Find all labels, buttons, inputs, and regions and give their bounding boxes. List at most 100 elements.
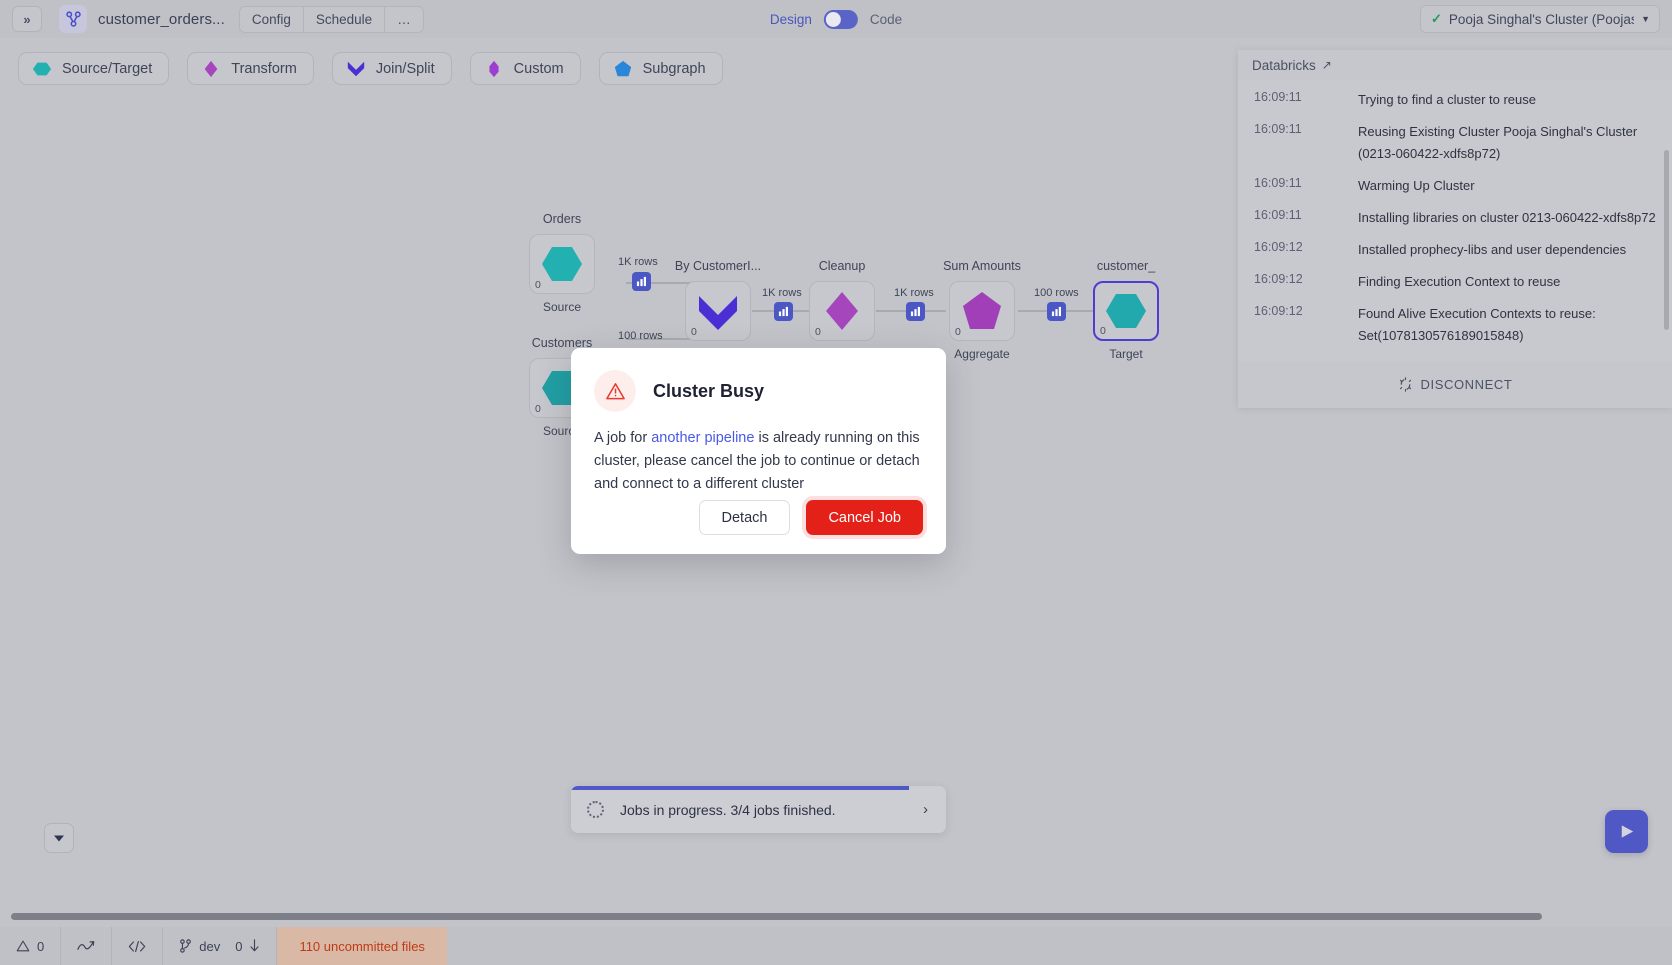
metrics-button[interactable] [61, 927, 113, 965]
log-panel-header[interactable]: Databricks ↗ [1238, 50, 1672, 80]
graph-node-sum-amounts[interactable]: Sum Amounts 0 Aggregate [943, 259, 1021, 361]
git-branch-indicator[interactable]: dev 0 [163, 927, 278, 965]
hexagon-icon [1106, 294, 1146, 328]
log-row: 16:09:12 Finding Execution Context to re… [1238, 266, 1672, 298]
graph-node-customer-target[interactable]: customer_ 0 Target [1093, 259, 1159, 361]
log-row: 16:09:11 Installing libraries on cluster… [1238, 202, 1672, 234]
code-mode-label[interactable]: Code [870, 12, 902, 27]
warning-icon [16, 939, 30, 953]
external-link-icon[interactable]: ↗ [1322, 58, 1332, 72]
app-root: » customer_orders... Config Schedule … D… [0, 0, 1672, 965]
chevron-right-icon[interactable]: › [923, 801, 928, 818]
top-bar: » customer_orders... Config Schedule … D… [0, 0, 1672, 38]
log-time: 16:09:11 [1254, 208, 1302, 222]
detach-button[interactable]: Detach [698, 500, 791, 535]
code-view-button[interactable] [112, 927, 164, 965]
node-title: customer_ [1096, 259, 1156, 273]
run-pipeline-button[interactable] [1605, 810, 1648, 853]
node-body[interactable]: 0 [1093, 281, 1159, 341]
more-options-button[interactable]: … [385, 7, 423, 32]
node-body[interactable]: 0 [529, 234, 595, 294]
node-record-count: 0 [535, 403, 541, 415]
jobs-progress-toast[interactable]: Jobs in progress. 3/4 jobs finished. › [571, 786, 946, 833]
cluster-selector[interactable]: ✓ Pooja Singhal's Cluster (Poojas... ▼ [1420, 5, 1660, 33]
design-code-switch: Design Code [770, 9, 902, 29]
node-subtitle: Source [542, 300, 582, 314]
git-branch-icon [179, 939, 192, 953]
log-row: 16:09:11 Warming Up Cluster [1238, 170, 1672, 202]
node-record-count: 0 [691, 326, 697, 338]
node-body[interactable]: 0 [949, 281, 1015, 341]
graph-node-cleanup[interactable]: Cleanup 0 [809, 259, 875, 341]
status-bar: 0 dev 0 110 uncommitted files [0, 927, 1672, 965]
node-body[interactable]: 0 [685, 281, 751, 341]
node-record-count: 0 [535, 279, 541, 291]
cluster-busy-dialog: Cluster Busy A job for another pipeline … [571, 348, 946, 554]
log-message: Finding Execution Context to reuse [1358, 274, 1561, 289]
pentagon-icon [963, 292, 1001, 329]
log-list[interactable]: 16:09:11 Trying to find a cluster to reu… [1238, 80, 1672, 358]
dialog-body-part1: A job for [594, 430, 652, 446]
dialog-body: A job for another pipeline is already ru… [594, 427, 922, 496]
log-time: 16:09:11 [1254, 122, 1302, 136]
node-subtitle: Target [1109, 347, 1143, 361]
hexagon-icon [542, 247, 582, 281]
log-row: 16:09:12 Found Alive Execution Contexts … [1238, 298, 1672, 352]
problems-indicator[interactable]: 0 [0, 927, 62, 965]
edge-stats-button[interactable] [632, 272, 651, 291]
log-time: 16:09:12 [1254, 240, 1303, 254]
edge-label-rows: 100 rows [618, 330, 663, 342]
graph-node-orders[interactable]: Orders 0 Source [529, 212, 595, 314]
edge-label-rows: 1K rows [762, 287, 802, 299]
cancel-job-button[interactable]: Cancel Job [806, 500, 923, 535]
log-time: 16:09:11 [1254, 90, 1302, 104]
log-time: 16:09:12 [1254, 272, 1303, 286]
node-title: By CustomerI... [674, 259, 762, 273]
another-pipeline-link[interactable]: another pipeline [651, 430, 754, 446]
design-code-toggle[interactable] [823, 9, 858, 29]
edge-stats-button[interactable] [906, 302, 925, 321]
bar-chart-icon [778, 306, 788, 317]
edge-stats-button[interactable] [774, 302, 793, 321]
config-button[interactable]: Config [240, 6, 304, 32]
toggle-knob [825, 11, 841, 27]
node-subtitle: Aggregate [954, 347, 1010, 361]
schedule-button[interactable]: Schedule [304, 6, 386, 32]
uncommitted-files-indicator[interactable]: 110 uncommitted files [277, 927, 447, 965]
bar-chart-icon [910, 306, 920, 317]
chevron-down-icon [54, 835, 64, 841]
log-message: Found Alive Execution Contexts to reuse:… [1358, 306, 1596, 343]
node-record-count: 0 [1100, 325, 1106, 337]
problems-count: 0 [37, 938, 45, 954]
design-mode-label[interactable]: Design [770, 12, 812, 27]
minimap-toggle-button[interactable] [44, 823, 74, 853]
canvas-horizontal-scrollbar[interactable] [11, 913, 1542, 920]
pipeline-graph-icon [59, 5, 87, 33]
check-icon: ✓ [1431, 11, 1442, 26]
chevron-down-shape-icon [699, 296, 737, 330]
log-row: 16:09:12 Installed prophecy-libs and use… [1238, 234, 1672, 266]
edge-label-rows: 1K rows [894, 287, 934, 299]
branch-name: dev [199, 938, 221, 954]
edge-label-rows: 1K rows [618, 256, 658, 268]
log-scrollbar[interactable] [1664, 150, 1669, 330]
sidebar-expand-button[interactable]: » [12, 6, 42, 32]
node-body[interactable]: 0 [809, 281, 875, 341]
loading-spinner-icon [587, 801, 604, 818]
pipeline-actions-group: Config Schedule … [238, 5, 424, 33]
log-row: 16:09:12 1 Worker node found [1238, 352, 1672, 358]
log-message: 1 Worker node found [1358, 357, 1479, 358]
execution-log-panel: Databricks ↗ 16:09:11 Trying to find a c… [1238, 50, 1672, 408]
log-time: 16:09:12 [1254, 357, 1358, 358]
disconnect-button[interactable]: DISCONNECT [1238, 361, 1672, 408]
edge-stats-button[interactable] [1047, 302, 1066, 321]
graph-node-by-customerid[interactable]: By CustomerI... 0 [675, 259, 761, 341]
dialog-title: Cluster Busy [653, 380, 765, 401]
log-row: 16:09:11 Trying to find a cluster to reu… [1238, 84, 1672, 116]
play-icon [1621, 825, 1634, 838]
pipeline-name[interactable]: customer_orders... [98, 11, 225, 28]
toast-message: Jobs in progress. 3/4 jobs finished. [620, 801, 836, 818]
node-record-count: 0 [955, 326, 961, 338]
arrow-down-icon [249, 939, 260, 953]
dialog-actions: Detach Cancel Job [698, 500, 923, 535]
